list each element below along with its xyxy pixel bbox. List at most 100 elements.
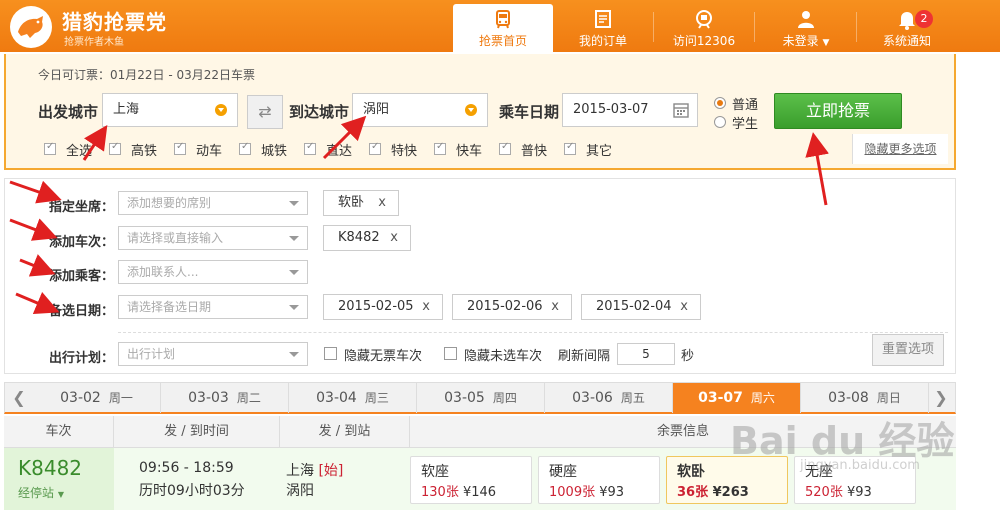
ticket-type-normal-label: 普通 [732, 98, 759, 113]
date-tab[interactable]: 03-03 周二 [161, 383, 289, 413]
date-tab[interactable]: 03-02 周一 [33, 383, 161, 413]
swap-cities-button[interactable]: ⇄ [247, 95, 283, 129]
from-city-label: 出发城市 [38, 103, 99, 121]
date-tab-weekday: 周六 [750, 391, 775, 405]
grab-ticket-button[interactable]: 立即抢票 [774, 93, 902, 129]
train-select[interactable]: 请选择或直接输入 [118, 226, 308, 250]
train-tag-label: K8482 [338, 230, 380, 245]
top-header: 猎豹抢票党 抢票作者木鱼 抢票首页 我的订单 访问12306 未登录 ▼ 系统通… [0, 0, 1000, 52]
toggle-more-options-link[interactable]: 隐藏更多选项 [852, 134, 948, 164]
date-tab-weekday: 周四 [492, 391, 517, 405]
refresh-interval-label: 刷新间隔 [558, 349, 611, 364]
nav-notice[interactable]: 系统通知 2 [857, 4, 957, 52]
date-tab[interactable]: 03-06 周五 [545, 383, 673, 413]
close-icon[interactable]: x [680, 295, 688, 319]
hide-no-ticket-label: 隐藏无票车次 [344, 349, 423, 364]
train-icon [696, 10, 712, 29]
seat-tag-label: 软卧 [338, 195, 365, 210]
train-type-checkbox[interactable] [434, 141, 446, 155]
notification-badge: 2 [915, 10, 933, 28]
order-icon [595, 10, 611, 28]
train-type-checkbox[interactable] [174, 141, 186, 155]
logo-name: 猎豹抢票党 [62, 10, 167, 34]
passenger-select[interactable]: 添加联系人... [118, 260, 308, 284]
nav-login-label: 未登录 [782, 34, 819, 48]
alt-date-tag: 2015-02-05 x [323, 294, 443, 320]
from-station-name: 上海 [286, 463, 314, 479]
train-type-checkbox[interactable] [564, 141, 576, 155]
train-tag: K8482 x [323, 225, 411, 251]
train-type-label: 特快 [391, 144, 418, 159]
to-city-value: 涡阳 [363, 102, 390, 117]
next-date-arrow-icon[interactable]: ❯ [927, 383, 955, 413]
hide-no-ticket-checkbox[interactable] [324, 347, 337, 360]
nav-home-label: 抢票首页 [478, 34, 527, 48]
seat-option[interactable]: 软座 130张 ¥146 [410, 456, 532, 504]
hide-unselected-label: 隐藏未选车次 [464, 349, 543, 364]
train-type-label: 城铁 [261, 144, 288, 159]
seat-name: 软座 [421, 464, 449, 480]
plan-select[interactable]: 出行计划 [118, 342, 308, 366]
options-divider [118, 332, 948, 333]
calendar-icon [673, 103, 689, 118]
chevron-down-icon: ▼ [57, 490, 64, 499]
nav-orders[interactable]: 我的订单 [553, 4, 653, 52]
date-tab-weekday: 周一 [108, 391, 133, 405]
plan-label: 出行计划： [48, 351, 114, 366]
reset-options-button[interactable]: 重置选项 [872, 334, 944, 366]
train-label: 添加车次： [48, 235, 114, 250]
close-icon[interactable]: x [551, 295, 559, 319]
nav-orders-label: 我的订单 [578, 34, 627, 48]
col-train-no: 车次 [4, 416, 114, 448]
ticket-type-student-label: 学生 [732, 117, 759, 132]
date-input[interactable]: 2015-03-07 [562, 93, 698, 127]
date-tab-date: 03-08 [828, 390, 869, 406]
stopover-link[interactable]: 经停站 ▼ [18, 484, 64, 501]
train-type-checkbox[interactable] [239, 141, 251, 155]
ticket-type-normal-radio[interactable] [714, 97, 726, 109]
date-tab-active[interactable]: 03-07 周六 [673, 383, 801, 413]
alt-date-tag-label: 2015-02-06 [467, 299, 543, 314]
nav-home[interactable]: 抢票首页 [453, 4, 553, 52]
refresh-interval-input[interactable]: 5 [617, 343, 675, 365]
close-icon[interactable]: x [378, 191, 386, 215]
train-type-checkbox[interactable] [369, 141, 381, 155]
close-icon[interactable]: x [422, 295, 430, 319]
date-tab[interactable]: 03-05 周四 [417, 383, 545, 413]
to-city-select[interactable]: 涡阳 [352, 93, 488, 127]
seat-count: 1009张 [549, 485, 596, 500]
seat-select[interactable]: 添加想要的席别 [118, 191, 308, 215]
from-city-select[interactable]: 上海 [102, 93, 238, 127]
seat-price: ¥93 [599, 485, 625, 500]
seat-info: 520张 ¥93 [805, 481, 872, 500]
ticket-type-student-radio[interactable] [714, 116, 726, 128]
cheetah-logo-icon[interactable] [10, 6, 52, 48]
dropdown-arrow-icon [465, 104, 477, 116]
date-tab[interactable]: 03-04 周三 [289, 383, 417, 413]
date-tab-weekday: 周二 [236, 391, 261, 405]
seat-count: 130张 [421, 485, 459, 500]
train-type-checkbox[interactable] [44, 141, 56, 155]
nav-divider [754, 12, 755, 42]
to-station: 涡阳 [286, 483, 314, 499]
train-type-checkbox[interactable] [109, 141, 121, 155]
hide-unselected-checkbox[interactable] [444, 347, 457, 360]
prev-date-arrow-icon[interactable]: ❮ [5, 383, 33, 413]
nav-login[interactable]: 未登录 ▼ [756, 4, 856, 52]
alt-date-tag-label: 2015-02-05 [338, 299, 414, 314]
seat-name: 软卧 [677, 464, 705, 480]
train-cell: K8482 经停站 ▼ [4, 448, 114, 510]
chevron-down-icon: ▼ [822, 38, 830, 48]
date-tab-date: 03-04 [316, 390, 357, 406]
seat-option[interactable]: 硬座 1009张 ¥93 [538, 456, 660, 504]
close-icon[interactable]: x [390, 226, 398, 250]
nav-12306[interactable]: 访问12306 [654, 4, 754, 52]
train-type-checkbox[interactable] [499, 141, 511, 155]
date-tab[interactable]: 03-08 周日 [801, 383, 929, 413]
alt-date-select[interactable]: 请选择备选日期 [118, 295, 308, 319]
watermark-url: jingyan.baidu.com [800, 458, 920, 473]
train-type-checkbox[interactable] [304, 141, 316, 155]
from-station: 上海 [始] [286, 460, 343, 480]
to-city-label: 到达城市 [289, 103, 350, 121]
train-type-label: 直达 [326, 144, 353, 159]
